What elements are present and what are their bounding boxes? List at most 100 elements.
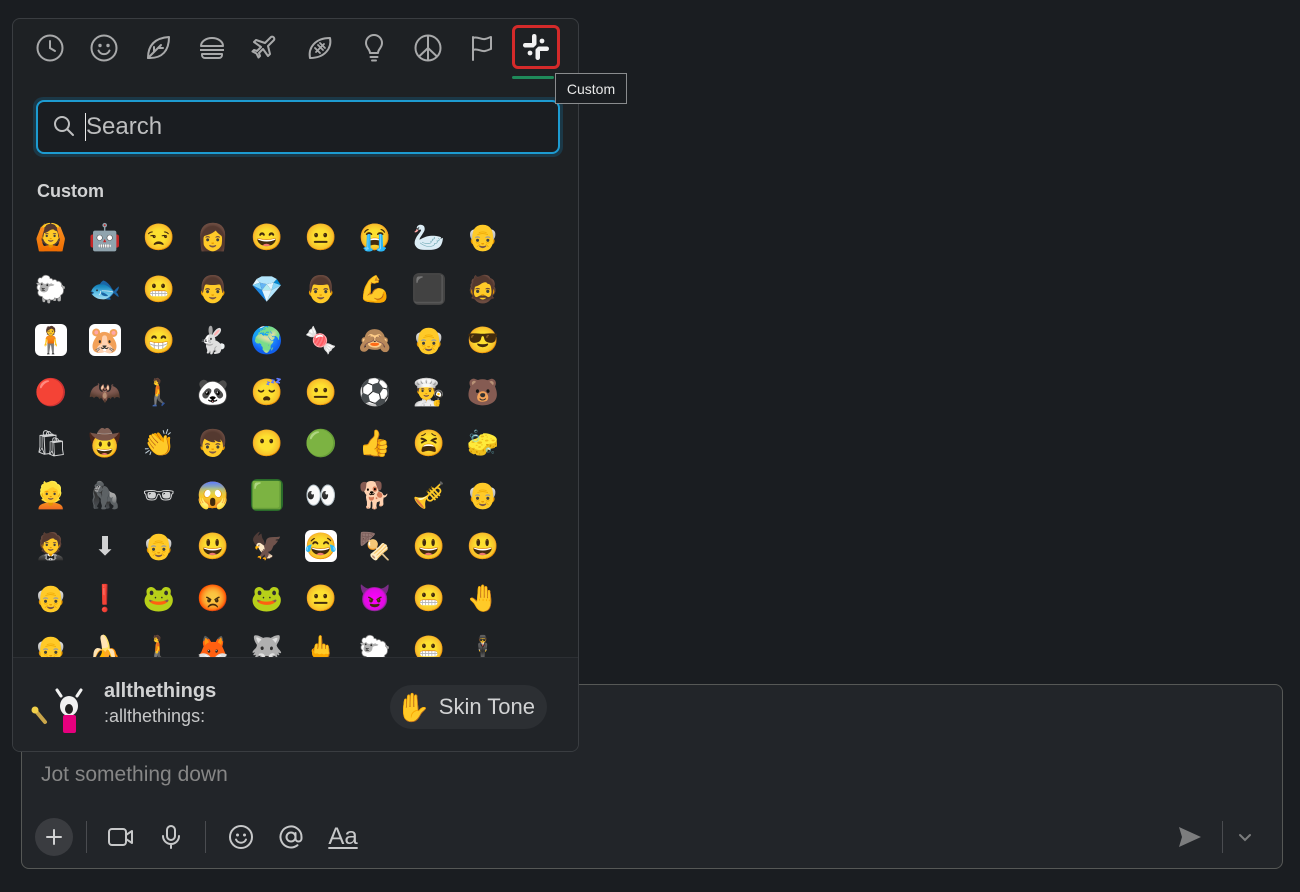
video-button[interactable]	[101, 817, 141, 857]
emoji-item[interactable]: 😐	[301, 578, 341, 618]
emoji-item[interactable]: 😴	[247, 372, 287, 412]
emoji-item[interactable]: ⬇	[85, 526, 125, 566]
emoji-item[interactable]: 🐑	[31, 269, 71, 309]
emoji-item[interactable]: 🧍	[31, 320, 71, 360]
search-box[interactable]	[36, 100, 560, 154]
emoji-item[interactable]: 💪	[355, 269, 395, 309]
emoji-item[interactable]: 😬	[409, 629, 449, 657]
emoji-item[interactable]: 🤚	[463, 578, 503, 618]
emoji-item[interactable]: 🐟	[85, 269, 125, 309]
emoji-item[interactable]: 🐕	[355, 475, 395, 515]
emoji-item[interactable]: 😱	[193, 475, 233, 515]
category-flags[interactable]	[462, 30, 502, 66]
emoji-item[interactable]: 🐑	[355, 629, 395, 657]
emoji-item[interactable]: 👦	[193, 423, 233, 463]
emoji-item[interactable]: 🦍	[85, 475, 125, 515]
emoji-item[interactable]: 😬	[409, 578, 449, 618]
emoji-item[interactable]: 🐼	[193, 372, 233, 412]
emoji-item[interactable]: 🐹	[85, 320, 125, 360]
emoji-item[interactable]: ❗	[85, 578, 125, 618]
emoji-item[interactable]: 🖕	[301, 629, 341, 657]
emoji-item[interactable]: 💎	[247, 269, 287, 309]
category-nature[interactable]	[138, 30, 178, 66]
emoji-item[interactable]: 🚶	[139, 629, 179, 657]
emoji-item[interactable]: 🧽	[463, 423, 503, 463]
microphone-button[interactable]	[151, 817, 191, 857]
search-input[interactable]	[84, 109, 514, 145]
emoji-item[interactable]: 🐸	[139, 578, 179, 618]
emoji-item[interactable]: 👴	[31, 629, 71, 657]
emoji-item[interactable]: 🍌	[85, 629, 125, 657]
emoji-item[interactable]: 👀	[301, 475, 341, 515]
emoji-item[interactable]: 😄	[247, 217, 287, 257]
emoji-item[interactable]: 👱	[31, 475, 71, 515]
category-food[interactable]	[192, 30, 232, 66]
emoji-item[interactable]: 😃	[463, 526, 503, 566]
emoji-item[interactable]: ⚽	[355, 372, 395, 412]
emoji-item[interactable]: 🎺	[409, 475, 449, 515]
emoji-item[interactable]: 🧔	[463, 269, 503, 309]
emoji-item[interactable]: 🌍	[247, 320, 287, 360]
category-travel[interactable]	[246, 30, 286, 66]
emoji-item[interactable]: 😎	[463, 320, 503, 360]
emoji-item[interactable]: 🐻	[463, 372, 503, 412]
emoji-item[interactable]: 🔴	[31, 372, 71, 412]
emoji-item[interactable]: 😃	[409, 526, 449, 566]
emoji-item[interactable]: 🚶	[139, 372, 179, 412]
category-frequently-used[interactable]	[30, 30, 70, 66]
emoji-item[interactable]: 😃	[193, 526, 233, 566]
emoji-item[interactable]: 🟢	[301, 423, 341, 463]
emoji-item[interactable]: 🕶	[139, 475, 179, 515]
emoji-item[interactable]: 👴	[463, 217, 503, 257]
send-button[interactable]	[1170, 817, 1210, 857]
emoji-item[interactable]: 😈	[355, 578, 395, 618]
emoji-item[interactable]: 👴	[31, 578, 71, 618]
emoji-item[interactable]: 👨	[193, 269, 233, 309]
emoji-item[interactable]: 🐺	[247, 629, 287, 657]
emoji-item[interactable]: 😂	[301, 526, 341, 566]
emoji-item[interactable]: 😫	[409, 423, 449, 463]
emoji-item[interactable]: 🤵	[31, 526, 71, 566]
emoji-item[interactable]: 👴	[139, 526, 179, 566]
emoji-item[interactable]: 😐	[301, 372, 341, 412]
emoji-item[interactable]: 😒	[139, 217, 179, 257]
emoji-item[interactable]: 🦅	[247, 526, 287, 566]
emoji-item[interactable]: 👨‍🍳	[409, 372, 449, 412]
emoji-item[interactable]: 😡	[193, 578, 233, 618]
emoji-item[interactable]: 🐇	[193, 320, 233, 360]
emoji-item[interactable]: 🍬	[301, 320, 341, 360]
emoji-item[interactable]: ⬛	[409, 269, 449, 309]
category-objects[interactable]	[354, 30, 394, 66]
emoji-item[interactable]: 😁	[139, 320, 179, 360]
emoji-item[interactable]: 👏	[139, 423, 179, 463]
emoji-item[interactable]: 🦊	[193, 629, 233, 657]
skin-tone-button[interactable]: ✋ Skin Tone	[389, 685, 547, 729]
emoji-item[interactable]: 👩	[193, 217, 233, 257]
emoji-item[interactable]: 👴	[463, 475, 503, 515]
emoji-item[interactable]: 🛍	[31, 423, 71, 463]
emoji-item[interactable]: 🍢	[355, 526, 395, 566]
category-smileys[interactable]	[84, 30, 124, 66]
emoji-item[interactable]: 👍	[355, 423, 395, 463]
category-activities[interactable]	[300, 30, 340, 66]
category-symbols[interactable]	[408, 30, 448, 66]
emoji-item[interactable]: 😭	[355, 217, 395, 257]
emoji-item[interactable]: 😬	[139, 269, 179, 309]
emoji-item[interactable]: 👨	[301, 269, 341, 309]
emoji-item[interactable]: 🦢	[409, 217, 449, 257]
emoji-item[interactable]: 🟩	[247, 475, 287, 515]
emoji-item[interactable]: 🙈	[355, 320, 395, 360]
emoji-item[interactable]: 😶	[247, 423, 287, 463]
category-custom[interactable]	[512, 25, 560, 69]
mention-button[interactable]	[271, 817, 311, 857]
emoji-item[interactable]: 😐	[301, 217, 341, 257]
send-options-button[interactable]	[1230, 817, 1260, 857]
emoji-item[interactable]: 👴	[409, 320, 449, 360]
emoji-item[interactable]: 🐸	[247, 578, 287, 618]
emoji-item[interactable]: 🕴	[463, 629, 503, 657]
emoji-item[interactable]: 🤠	[85, 423, 125, 463]
emoji-item[interactable]: 🤖	[85, 217, 125, 257]
formatting-button[interactable]: Aa	[323, 817, 363, 857]
composer-placeholder[interactable]: Jot something down	[41, 763, 228, 787]
add-button[interactable]	[35, 818, 73, 856]
